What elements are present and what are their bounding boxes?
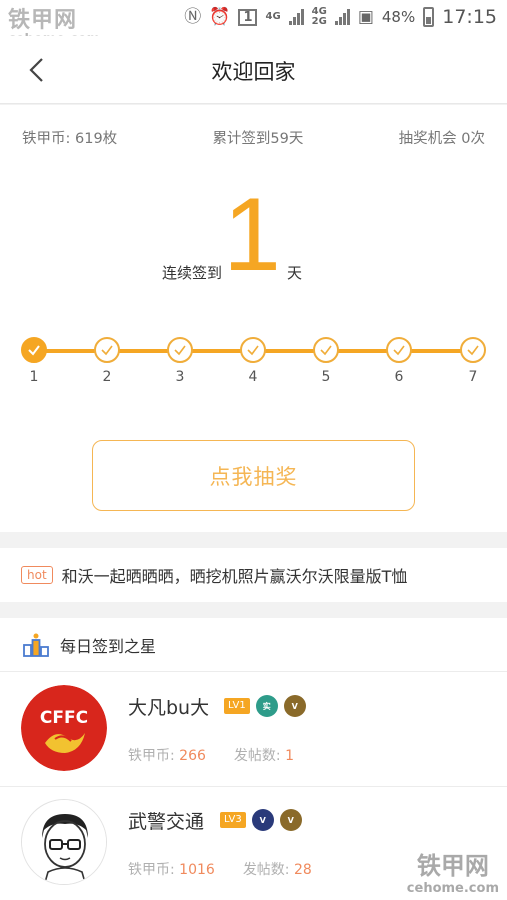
coins-label: 铁甲币:	[128, 748, 175, 764]
check-icon	[313, 337, 339, 363]
streak-unit: 天	[287, 264, 303, 282]
user-name[interactable]: 大凡bu大	[128, 693, 209, 720]
announcement-bar[interactable]: hot 和沃一起晒晒晒，晒挖机照片赢沃尔沃限量版T恤	[0, 548, 507, 602]
posts-value: 28	[293, 862, 312, 878]
watermark-title: 铁甲网	[416, 852, 489, 880]
day-2: 2	[89, 333, 125, 385]
user-stats: 铁甲币: 1016 发帖数: 28	[128, 859, 312, 879]
signal-icon-1	[288, 9, 304, 25]
day-4: 4	[235, 333, 271, 385]
posts-label: 发帖数:	[242, 862, 290, 878]
alarm-icon: ⏰	[209, 6, 231, 27]
status-bar: 铁甲网 cehome.com Ⓝ ⏰ 1 4G 4G 2G ▣ 48% 17:1…	[0, 0, 507, 47]
total-signins-stat: 累计签到59天	[212, 131, 304, 147]
day-number: 7	[468, 369, 478, 385]
signin-progress: 1 2 3 4 5 6 7	[0, 333, 507, 393]
day-5: 5	[308, 333, 344, 385]
check-icon	[460, 337, 486, 363]
check-icon	[386, 337, 412, 363]
user-badges: LV1 实 V	[224, 695, 306, 717]
day-7: 7	[455, 333, 491, 385]
avatar-logo-text: CFFC	[40, 708, 88, 728]
stats-row: 铁甲币: 619枚 累计签到59天 抽奖机会 0次	[22, 127, 485, 148]
day-3: 3	[162, 333, 198, 385]
sim-card-icon: ▣	[357, 6, 374, 27]
coins-stat: 铁甲币: 619枚	[22, 131, 118, 147]
status-time: 17:15	[442, 6, 497, 28]
day-6: 6	[381, 333, 417, 385]
day-number: 2	[102, 369, 112, 385]
signal-icon-2	[334, 9, 350, 25]
user-stats: 铁甲币: 266 发帖数: 1	[128, 745, 294, 765]
battery-percent: 48%	[381, 8, 416, 26]
avatar[interactable]	[21, 799, 107, 885]
check-icon	[240, 337, 266, 363]
user-name[interactable]: 武警交通	[128, 807, 204, 834]
check-icon	[21, 337, 47, 363]
user-badges: LV3 V V	[220, 809, 302, 831]
watermark-title: 铁甲网	[8, 8, 78, 33]
day-number: 3	[175, 369, 185, 385]
nfc-icon: Ⓝ	[184, 6, 202, 27]
coins-value: 266	[179, 748, 206, 764]
coins-value: 1016	[179, 862, 215, 878]
posts-value: 1	[285, 748, 294, 764]
day-number: 6	[394, 369, 404, 385]
daily-stars-header: 每日签到之星	[0, 618, 507, 672]
check-icon	[94, 337, 120, 363]
announcement-text[interactable]: 和沃一起晒晒晒，晒挖机照片赢沃尔沃限量版T恤	[62, 563, 408, 587]
hot-badge: hot	[21, 566, 53, 584]
day-number: 1	[29, 369, 39, 385]
sim-slot-icon: 1	[238, 8, 258, 26]
day-1: 1	[16, 333, 52, 385]
shield-medal-icon: 实	[255, 695, 278, 717]
vip-medal-icon: V	[279, 809, 302, 831]
coins-label: 铁甲币:	[128, 862, 175, 878]
lottery-button[interactable]: 点我抽奖	[92, 440, 415, 511]
avatar[interactable]: CFFC	[21, 685, 107, 771]
battery-icon	[423, 7, 435, 27]
trophy-medal-icon: V	[251, 809, 274, 831]
vip-medal-icon: V	[283, 695, 306, 717]
network-type-1: 4G	[265, 11, 281, 22]
lottery-chances-stat: 抽奖机会 0次	[398, 131, 485, 147]
streak-label: 连续签到	[162, 264, 223, 282]
day-number: 5	[321, 369, 331, 385]
list-item[interactable]: CFFC 大凡bu大 LV1 实 V 铁甲币: 266 发帖数: 1	[0, 673, 507, 787]
level-badge: LV1	[224, 698, 250, 714]
podium-icon	[23, 633, 49, 657]
posts-label: 发帖数:	[233, 748, 281, 764]
streak-days: 1	[223, 177, 281, 293]
signin-card: 铁甲币: 619枚 累计签到59天 抽奖机会 0次 连续签到 1 天 1 2 3…	[0, 105, 507, 532]
page-title: 欢迎回家	[211, 60, 296, 84]
header: 欢迎回家	[0, 36, 507, 104]
watermark-url: cehome.com	[406, 881, 499, 896]
check-icon	[167, 337, 193, 363]
day-number: 4	[248, 369, 258, 385]
watermark-bottom: 铁甲网 cehome.com	[407, 846, 499, 896]
level-badge: LV3	[220, 812, 246, 828]
network-type-3: 2G	[311, 16, 327, 27]
daily-stars-title: 每日签到之星	[60, 636, 157, 656]
